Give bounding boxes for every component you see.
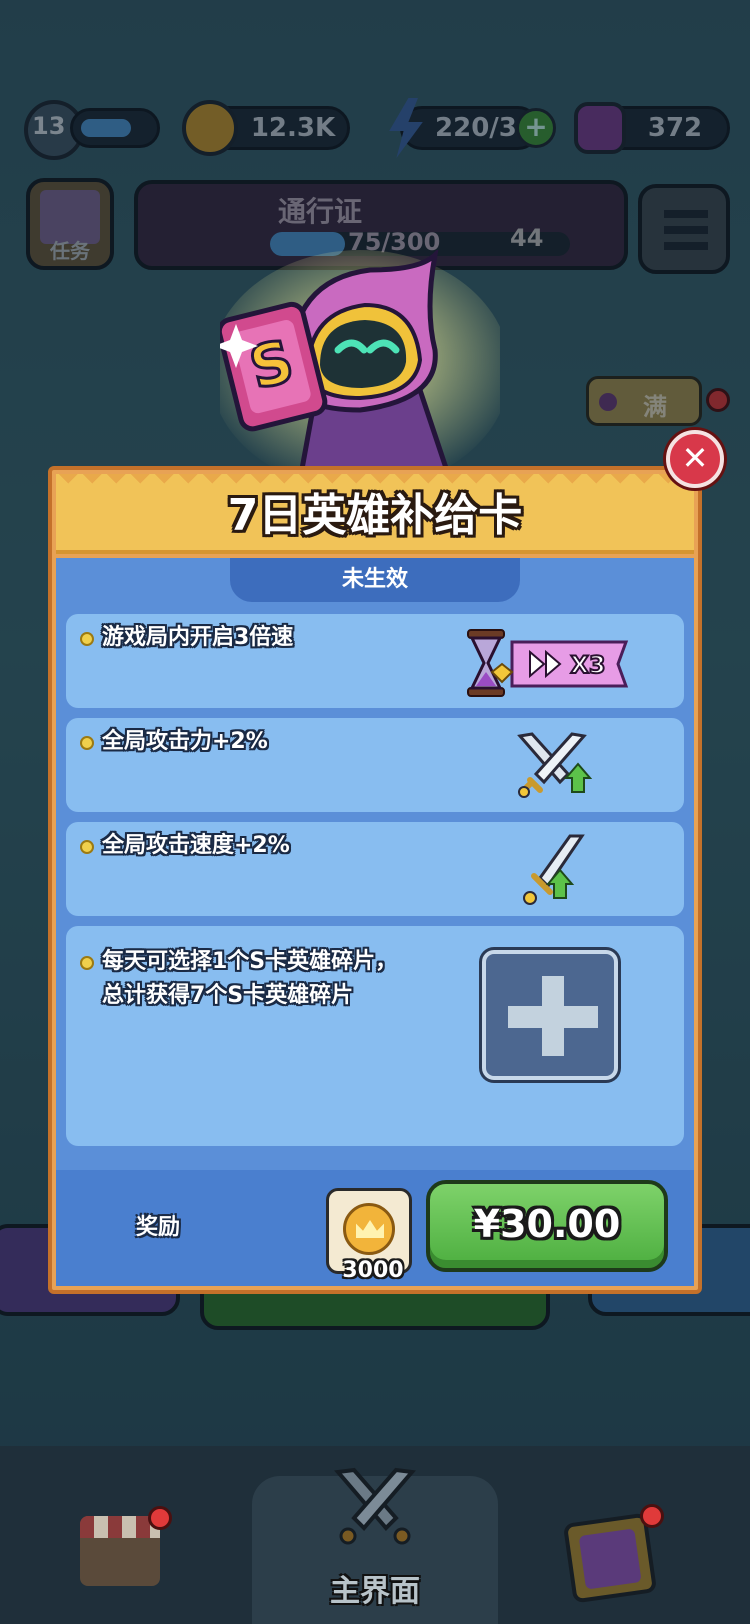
- perk-text: 全局攻击速度+2%: [102, 833, 290, 858]
- crossed-swords-icon: [330, 1466, 420, 1546]
- shop-icon: [80, 1516, 160, 1586]
- reward-bar: 奖励 3000 ¥30.00: [56, 1170, 694, 1286]
- perk-text: 游戏局内开启3倍速: [102, 625, 294, 650]
- modal-header: 7日英雄补给卡: [56, 474, 694, 554]
- sword-up-icon: [522, 832, 590, 908]
- nav-shop-tab[interactable]: [80, 1506, 172, 1590]
- hourglass-speed-icon: X3: [460, 628, 640, 698]
- nav-heroes-tab[interactable]: [562, 1504, 668, 1604]
- modal-title: 7日英雄补给卡: [227, 490, 523, 541]
- bullet-icon: [80, 736, 94, 750]
- gold-crown-icon: [343, 1203, 395, 1255]
- reward-gold-item: 3000: [326, 1188, 412, 1283]
- nav-main-label: 主界面: [330, 1574, 420, 1609]
- status-tab: 未生效: [230, 558, 520, 602]
- shop-notification-dot: [148, 1506, 172, 1530]
- supply-card-modal: 7日英雄补给卡 未生效 游戏局内开启3倍速 X3 全局攻击力+2% 全局攻击速度…: [48, 466, 702, 1294]
- crossed-swords-up-icon: [512, 728, 593, 804]
- plus-slot-icon[interactable]: [482, 950, 618, 1080]
- reward-count: 3000: [342, 1258, 404, 1283]
- heroes-notification-dot: [640, 1504, 664, 1528]
- bullet-icon: [80, 632, 94, 646]
- nav-main-tab[interactable]: 主界面: [252, 1467, 498, 1624]
- hero-cards-icon: [562, 1512, 658, 1604]
- bullet-icon: [80, 840, 94, 854]
- buy-button[interactable]: ¥30.00: [426, 1180, 668, 1272]
- bullet-icon: [80, 956, 94, 970]
- modal-body: 未生效 游戏局内开启3倍速 X3 全局攻击力+2% 全局攻击速度+2% 每天可选…: [56, 558, 694, 1286]
- bottom-navigation: 主界面: [0, 1446, 750, 1624]
- perk-row-attack: 全局攻击力+2%: [66, 718, 684, 812]
- perk-text: 全局攻击力+2%: [102, 729, 268, 754]
- perk-text-line2: 总计获得7个S卡英雄碎片: [102, 983, 354, 1008]
- close-icon: ✕: [681, 439, 709, 477]
- hero-character-illustration: S: [220, 250, 500, 480]
- perk-row-speed: 游戏局内开启3倍速 X3: [66, 614, 684, 708]
- perk-row-hero-shards: 每天可选择1个S卡英雄碎片， 总计获得7个S卡英雄碎片: [66, 926, 684, 1146]
- perk-row-attack-speed: 全局攻击速度+2%: [66, 822, 684, 916]
- close-button[interactable]: ✕: [666, 430, 724, 488]
- reward-label: 奖励: [136, 1215, 181, 1240]
- speed-tag: X3: [570, 651, 605, 679]
- perk-text-line1: 每天可选择1个S卡英雄碎片，: [102, 949, 398, 974]
